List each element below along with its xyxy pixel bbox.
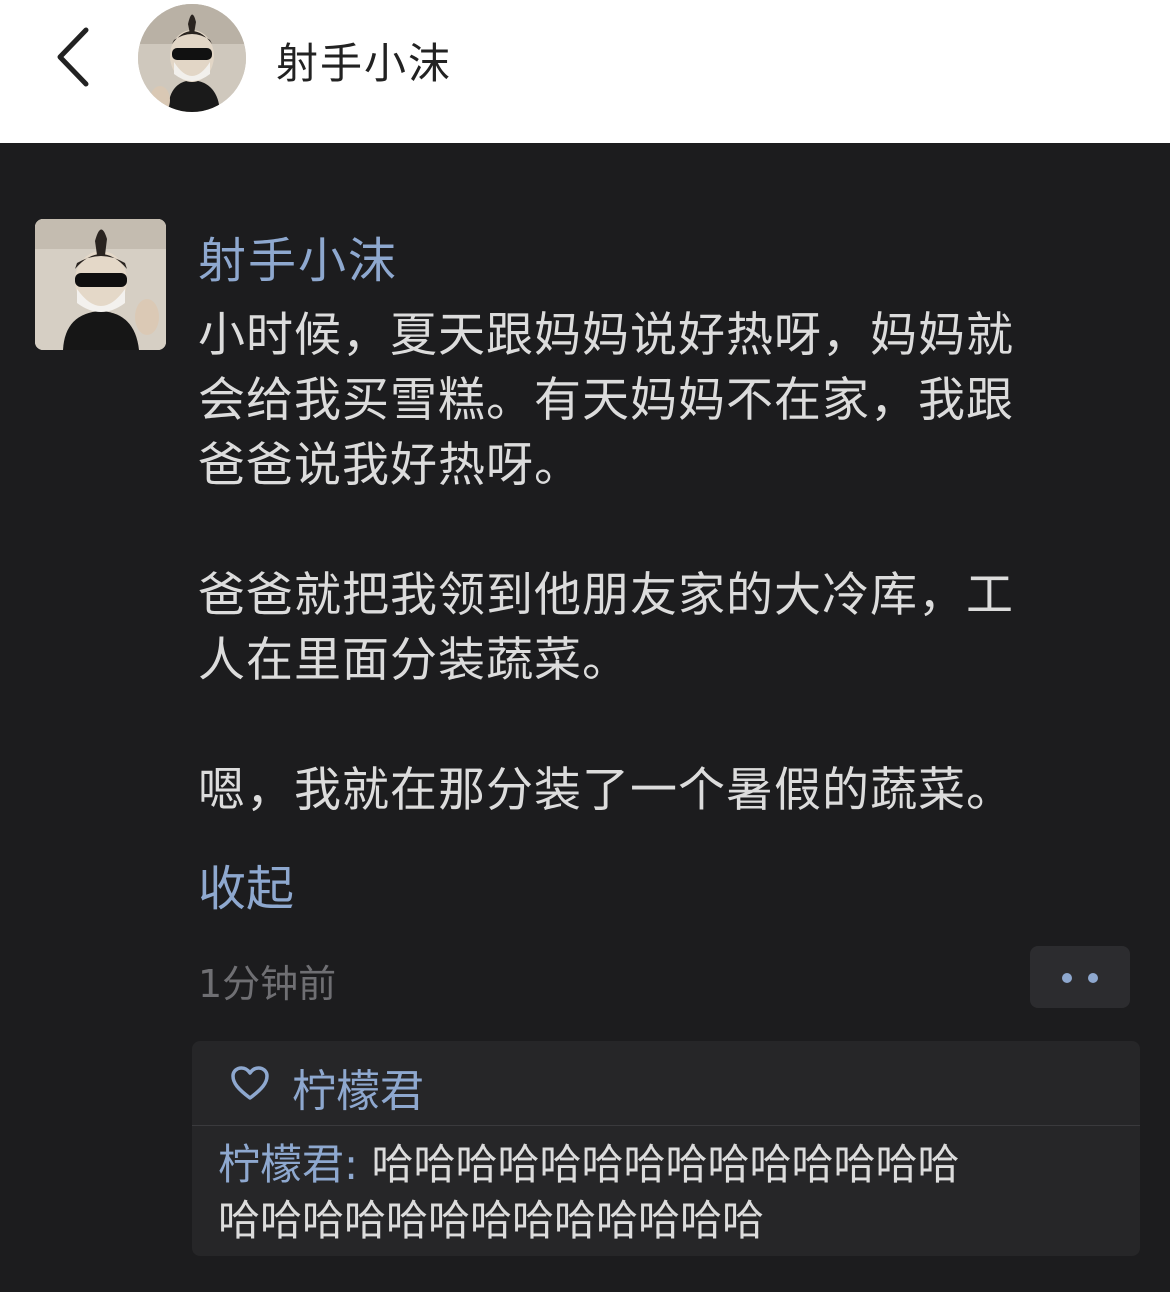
comment-separator: : [344, 1140, 359, 1189]
post-timestamp: 1分钟前 [198, 962, 337, 1006]
author-avatar[interactable] [35, 219, 166, 350]
collapse-link[interactable]: 收起 [198, 849, 294, 919]
post-line: 人在里面分装蔬菜。 [198, 633, 630, 688]
avatar-image [35, 219, 166, 350]
comment-text: 哈哈哈哈哈哈哈哈哈哈哈哈哈哈 [371, 1140, 960, 1189]
divider [192, 1125, 1140, 1126]
post-line: 爸爸说我好热呀。 [198, 438, 582, 493]
post-author-name[interactable]: 射手小沫 [198, 221, 398, 291]
commenter-name[interactable]: 柠檬君 [218, 1140, 344, 1189]
more-button[interactable] [1030, 946, 1130, 1008]
back-button[interactable] [50, 22, 100, 92]
interaction-panel: 柠檬君 柠檬君: 哈哈哈哈哈哈哈哈哈哈哈哈哈哈 哈哈哈哈哈哈哈哈哈哈哈哈哈 [192, 1041, 1140, 1256]
liker-name[interactable]: 柠檬君 [292, 1055, 424, 1119]
post-content: 小时候，夏天跟妈妈说好热呀，妈妈就 会给我买雪糕。有天妈妈不在家，我跟 爸爸说我… [198, 303, 1138, 823]
heart-icon [231, 1066, 269, 1100]
top-bar: 射手小沫 [0, 0, 1170, 143]
avatar[interactable] [138, 4, 246, 112]
avatar-image [138, 4, 246, 112]
post-line: 嗯，我就在那分装了一个暑假的蔬菜。 [198, 763, 1014, 818]
post-line: 爸爸就把我领到他朋友家的大冷库，工 [198, 568, 1014, 623]
post-line: 会给我买雪糕。有天妈妈不在家，我跟 [198, 373, 1014, 428]
comment: 柠檬君: 哈哈哈哈哈哈哈哈哈哈哈哈哈哈 哈哈哈哈哈哈哈哈哈哈哈哈哈 [218, 1137, 1118, 1249]
more-dots-icon [1088, 973, 1098, 983]
comment-text: 哈哈哈哈哈哈哈哈哈哈哈哈哈 [218, 1196, 765, 1245]
chevron-left-icon [57, 27, 89, 87]
post-detail: 射手小沫 小时候，夏天跟妈妈说好热呀，妈妈就 会给我买雪糕。有天妈妈不在家，我跟… [0, 143, 1170, 1292]
page-title: 射手小沫 [276, 39, 453, 88]
likes-row: 柠檬君 [192, 1041, 1140, 1125]
comment-line: 柠檬君: 哈哈哈哈哈哈哈哈哈哈哈哈哈哈 [218, 1137, 1118, 1193]
post-line: 小时候，夏天跟妈妈说好热呀，妈妈就 [198, 308, 1014, 363]
more-dots-icon [1062, 973, 1072, 983]
